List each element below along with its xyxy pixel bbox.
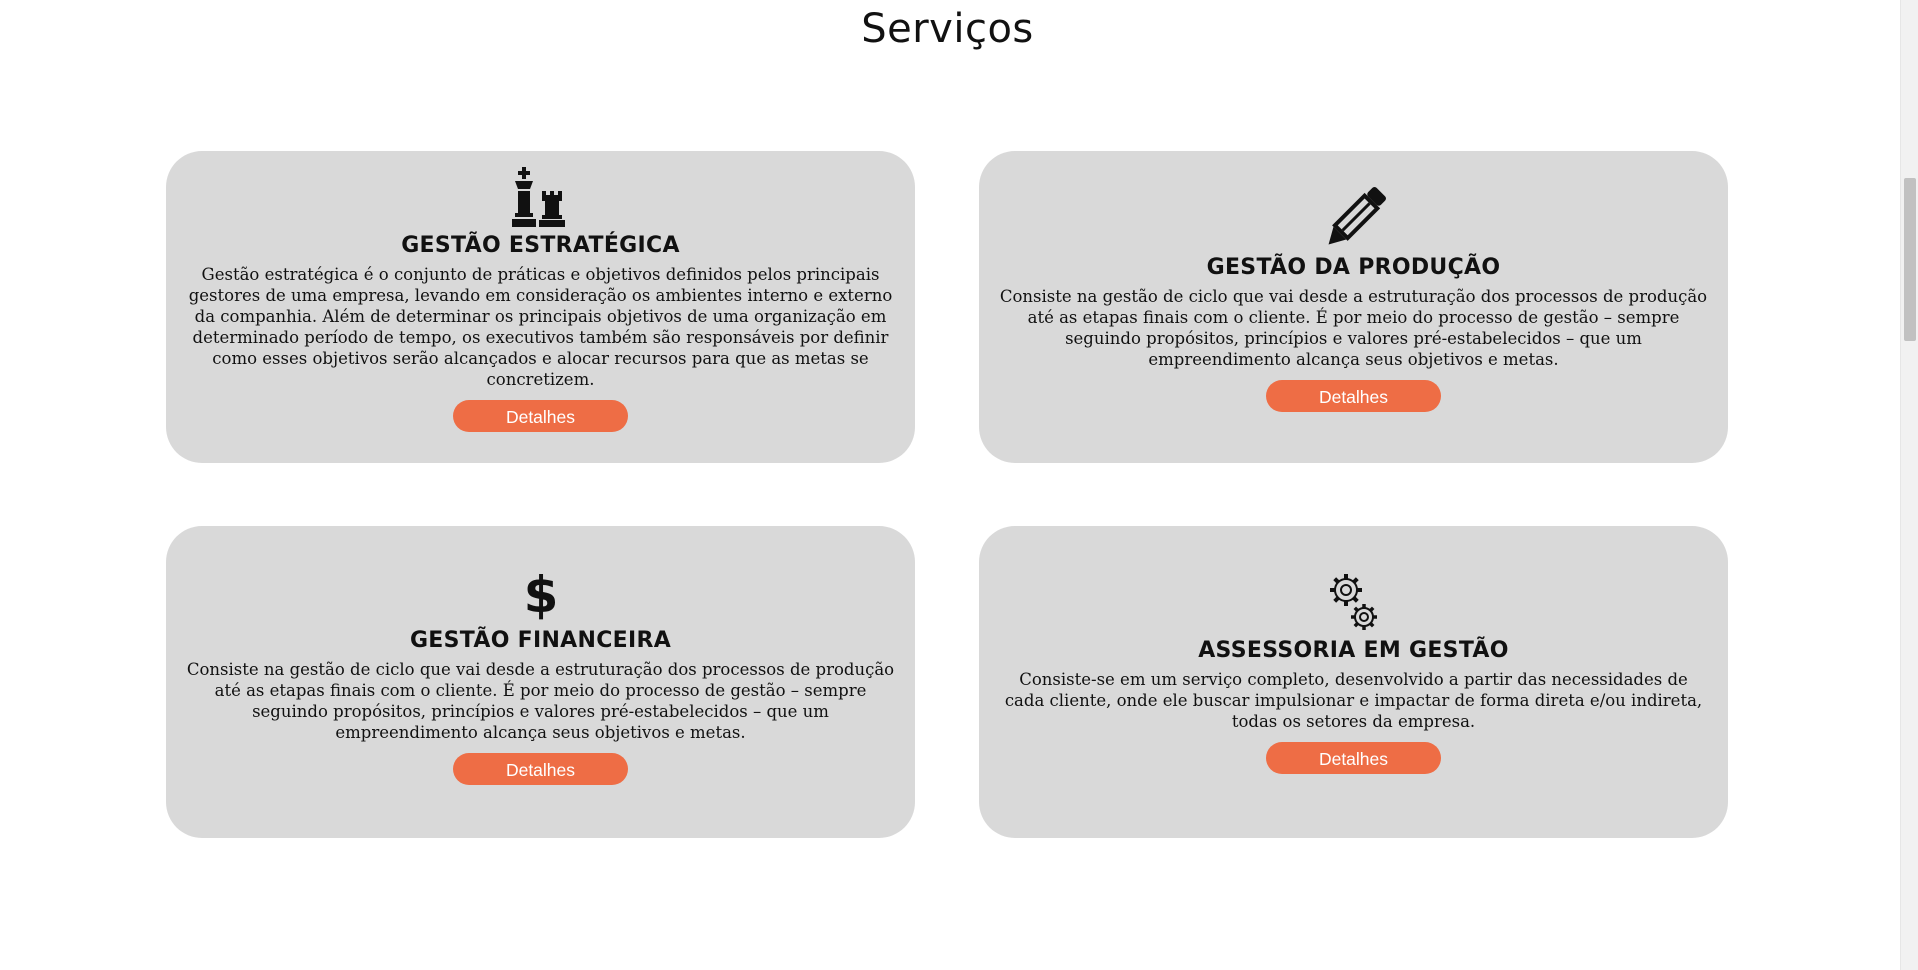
service-card-gestao-producao: GESTÃO DA PRODUÇÃO Consiste na gestão de… [979, 151, 1728, 463]
scrollbar-thumb[interactable] [1904, 178, 1916, 341]
dollar-icon: $ [523, 566, 558, 620]
details-button[interactable]: Detalhes [453, 753, 628, 785]
details-button[interactable]: Detalhes [453, 400, 628, 432]
vertical-scrollbar[interactable] [1900, 0, 1918, 970]
details-button[interactable]: Detalhes [1266, 742, 1441, 774]
card-title: GESTÃO FINANCEIRA [409, 628, 672, 653]
card-description: Consiste na gestão de ciclo que vai desd… [999, 287, 1708, 369]
card-description: Gestão estratégica é o conjunto de práti… [188, 265, 893, 389]
card-title: GESTÃO DA PRODUÇÃO [1206, 255, 1501, 280]
card-title: ASSESSORIA EM GESTÃO [1198, 638, 1509, 663]
card-title: GESTÃO ESTRATÉGICA [401, 233, 680, 258]
service-card-gestao-financeira: $ GESTÃO FINANCEIRA Consiste na gestão d… [166, 526, 915, 838]
svg-text:$: $ [523, 566, 558, 620]
chess-icon [511, 167, 565, 227]
service-card-gestao-estrategica: GESTÃO ESTRATÉGICA Gestão estratégica é … [166, 151, 915, 463]
gears-icon [1329, 574, 1377, 630]
card-description: Consiste na gestão de ciclo que vai desd… [186, 660, 895, 742]
service-card-assessoria-gestao: ASSESSORIA EM GESTÃO Consiste-se em um s… [979, 526, 1728, 838]
services-page: Serviços GESTÃO ESTRATÉGICA Gestão estra… [0, 0, 1918, 970]
pencil-icon [1328, 187, 1386, 245]
section-title: Serviços [861, 6, 1034, 52]
details-button[interactable]: Detalhes [1266, 380, 1441, 412]
card-description: Consiste-se em um serviço completo, dese… [1004, 670, 1703, 731]
